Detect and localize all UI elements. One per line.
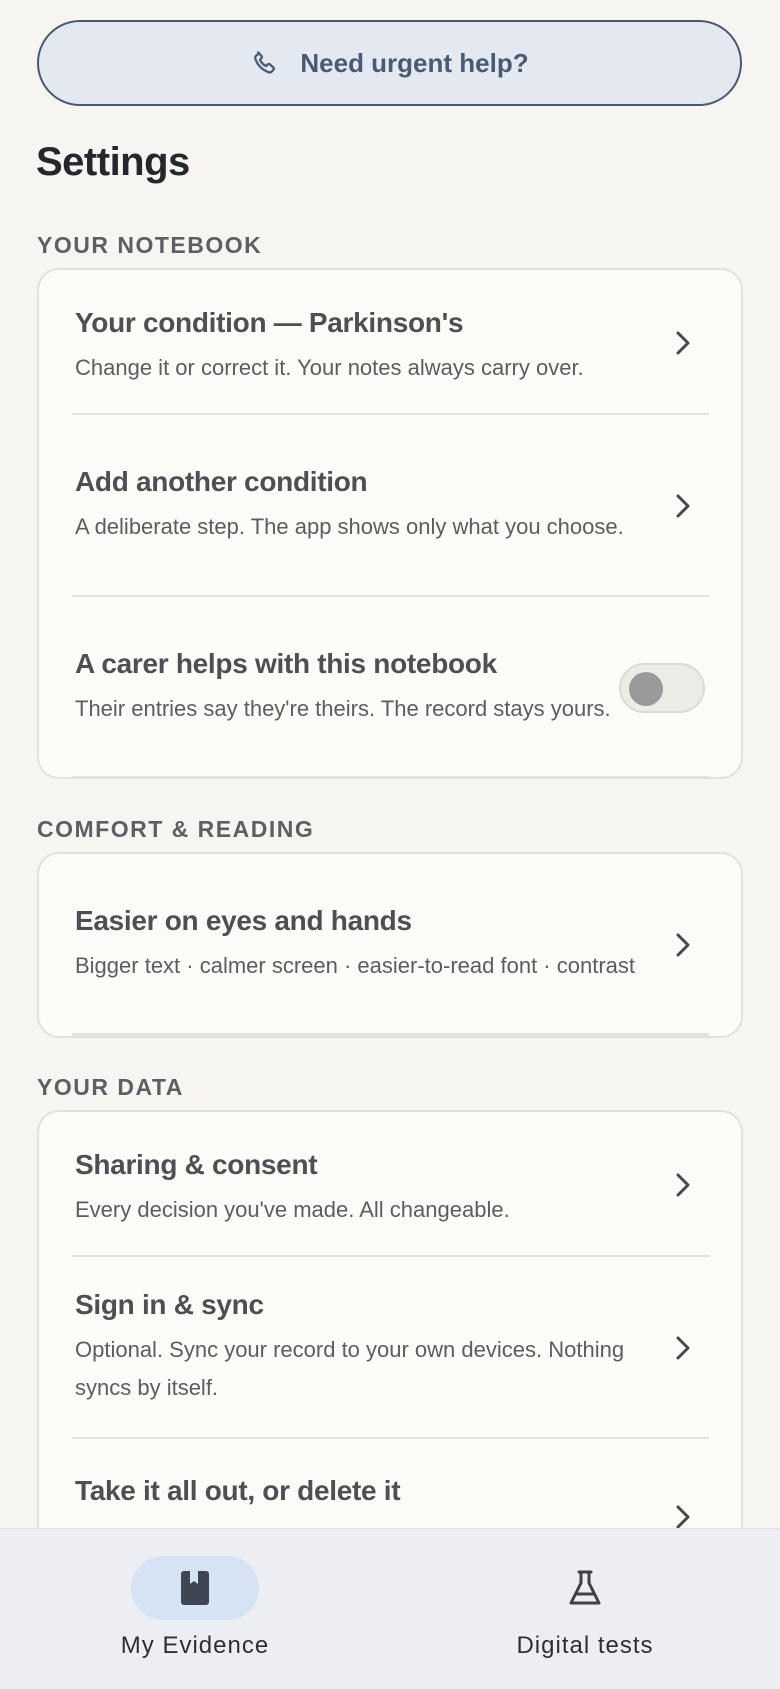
condition-row[interactable]: Your condition — Parkinson's Change it o… bbox=[39, 270, 741, 415]
urgent-help-button[interactable]: Need urgent help? bbox=[37, 20, 742, 106]
sharing-row[interactable]: Sharing & consent Every decision you've … bbox=[39, 1112, 741, 1257]
chevron-right-icon bbox=[676, 494, 690, 518]
notebook-card: Your condition — Parkinson's Change it o… bbox=[37, 268, 743, 779]
nav-pill bbox=[521, 1556, 649, 1620]
chevron-right-icon bbox=[676, 1173, 690, 1196]
condition-title: Your condition — Parkinson's bbox=[75, 306, 464, 338]
page-title: Settings bbox=[36, 140, 190, 184]
section-label-notebook: YOUR NOTEBOOK bbox=[37, 232, 263, 258]
carer-title: A carer helps with this notebook bbox=[75, 648, 497, 679]
bottom-nav: My Evidence Digital tests bbox=[0, 1528, 780, 1689]
book-icon bbox=[181, 1571, 209, 1605]
chevron-right-icon bbox=[676, 331, 690, 354]
comfort-card: Easier on eyes and hands Bigger text · c… bbox=[37, 852, 743, 1038]
nav-label-digital-tests: Digital tests bbox=[516, 1632, 654, 1659]
phone-icon bbox=[254, 51, 276, 74]
nav-item-digital-tests[interactable]: Digital tests bbox=[390, 1529, 780, 1689]
nav-item-my-evidence[interactable]: My Evidence bbox=[0, 1529, 390, 1689]
toggle-knob bbox=[629, 672, 663, 706]
chevron-right-icon bbox=[676, 1505, 690, 1529]
eyes-hands-title: Easier on eyes and hands bbox=[75, 905, 412, 936]
condition-subtitle: Change it or correct it. Your notes alwa… bbox=[75, 354, 584, 380]
delete-title: Take it all out, or delete it bbox=[75, 1475, 401, 1506]
sync-title: Sign in & sync bbox=[75, 1289, 264, 1320]
add-condition-row[interactable]: Add another condition A deliberate step.… bbox=[39, 415, 741, 597]
sync-subtitle: Optional. Sync your record to your own d… bbox=[75, 1337, 625, 1400]
sharing-title: Sharing & consent bbox=[75, 1148, 318, 1180]
flask-icon bbox=[569, 1570, 601, 1605]
add-condition-title: Add another condition bbox=[75, 466, 368, 497]
section-label-data: YOUR DATA bbox=[37, 1074, 184, 1100]
sharing-subtitle: Every decision you've made. All changeab… bbox=[75, 1196, 510, 1222]
eyes-hands-subtitle: Bigger text · calmer screen · easier-to-… bbox=[75, 953, 635, 978]
carer-toggle[interactable] bbox=[619, 663, 705, 713]
chevron-right-icon bbox=[676, 1336, 690, 1360]
nav-pill-active bbox=[131, 1556, 259, 1620]
carer-row: A carer helps with this notebook Their e… bbox=[39, 597, 741, 777]
chevron-right-icon bbox=[676, 933, 690, 957]
nav-label-my-evidence: My Evidence bbox=[120, 1632, 270, 1659]
urgent-help-label: Need urgent help? bbox=[300, 47, 529, 78]
section-label-comfort: COMFORT & READING bbox=[37, 816, 315, 842]
eyes-hands-row[interactable]: Easier on eyes and hands Bigger text · c… bbox=[39, 854, 741, 1036]
add-condition-subtitle: A deliberate step. The app shows only wh… bbox=[75, 514, 624, 539]
sync-row[interactable]: Sign in & sync Optional. Sync your recor… bbox=[39, 1257, 741, 1439]
carer-subtitle: Their entries say they're theirs. The re… bbox=[75, 696, 611, 721]
